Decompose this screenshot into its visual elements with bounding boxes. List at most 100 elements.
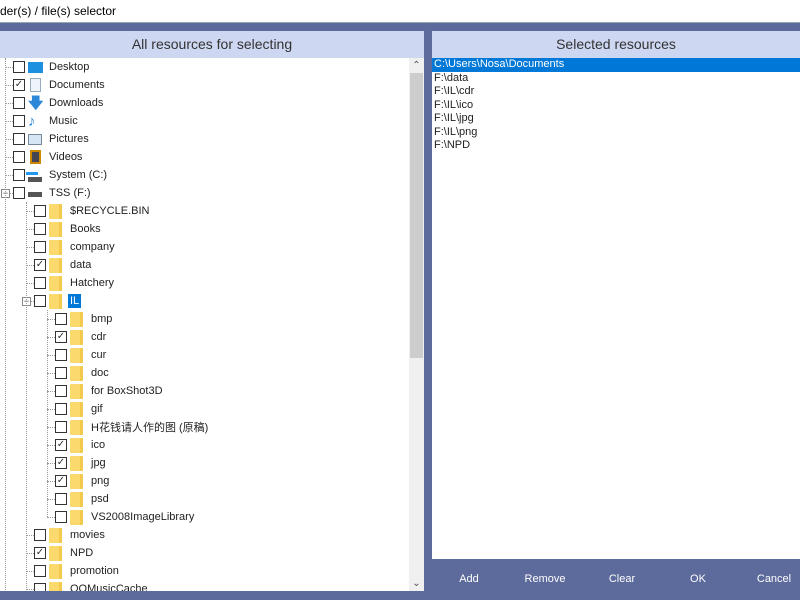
tree-item-checkbox[interactable]: [55, 367, 67, 379]
tree-item[interactable]: cur: [55, 346, 108, 364]
selected-resource-item[interactable]: F:\IL\cdr: [432, 85, 800, 99]
tree-item-checkbox[interactable]: [13, 187, 25, 199]
vertical-scrollbar[interactable]: ⌃ ⌄: [409, 58, 424, 591]
tree-item-checkbox[interactable]: [55, 511, 67, 523]
tree-item-checkbox[interactable]: [34, 583, 46, 591]
tree-connector: [5, 175, 13, 176]
remove-button[interactable]: Remove: [520, 571, 570, 587]
tree-item[interactable]: System (C:): [13, 166, 109, 184]
tree-item[interactable]: ✓ cdr: [55, 328, 108, 346]
tree-item[interactable]: Pictures: [13, 130, 91, 148]
ok-button[interactable]: OK: [684, 571, 712, 587]
tree-connector: [26, 229, 34, 230]
tree-item[interactable]: $RECYCLE.BIN: [34, 202, 151, 220]
tree-item[interactable]: ✓ jpg: [55, 454, 108, 472]
tree-item-checkbox[interactable]: [34, 205, 46, 217]
tree-item[interactable]: ✓ png: [55, 472, 111, 490]
pictures-icon: [28, 132, 43, 147]
tree-item[interactable]: QQMusicCache: [34, 580, 150, 591]
tree-item[interactable]: Books: [34, 220, 103, 238]
tree-item[interactable]: ✓ data: [34, 256, 93, 274]
tree-item-checkbox[interactable]: [34, 223, 46, 235]
tree-item-checkbox[interactable]: [55, 421, 67, 433]
tree-connector: [47, 463, 55, 464]
tree-item[interactable]: promotion: [34, 562, 121, 580]
tree-item-label: QQMusicCache: [70, 583, 148, 591]
system-drive-icon: [28, 168, 43, 183]
tree-item-checkbox[interactable]: [55, 349, 67, 361]
tree-item-checkbox[interactable]: [34, 295, 46, 307]
tree-item[interactable]: psd: [55, 490, 111, 508]
folder-icon: [70, 437, 85, 453]
tree-item-checkbox[interactable]: [13, 97, 25, 109]
tree-item-checkbox[interactable]: [55, 313, 67, 325]
cancel-button[interactable]: Cancel: [752, 571, 796, 587]
tree-item-checkbox[interactable]: [13, 115, 25, 127]
tree-item[interactable]: bmp: [55, 310, 114, 328]
tree-connector: [47, 373, 55, 374]
tree-item-checkbox[interactable]: [13, 133, 25, 145]
tree-item-label: IL: [68, 294, 82, 308]
tree-item-checkbox[interactable]: ✓: [55, 475, 67, 487]
folder-icon: [70, 311, 85, 327]
selected-resources-list[interactable]: C:\Users\Nosa\Documents F:\data F:\IL\cdr F…: [432, 58, 800, 153]
selected-resource-item[interactable]: F:\data: [432, 72, 800, 86]
tree-item[interactable]: IL: [34, 292, 82, 310]
selected-resource-item[interactable]: F:\IL\png: [432, 126, 800, 140]
tree-item-checkbox[interactable]: [34, 277, 46, 289]
tree-item-label: Downloads: [49, 97, 104, 109]
tree-item[interactable]: Hatchery: [34, 274, 116, 292]
folder-icon: [49, 257, 64, 273]
tree-item-label: cur: [91, 349, 107, 361]
tree-item-checkbox[interactable]: [13, 169, 25, 181]
tree-item-checkbox[interactable]: ✓: [34, 259, 46, 271]
tree-item[interactable]: ✓ ico: [55, 436, 107, 454]
tree-connector: [26, 202, 27, 591]
selected-resource-item[interactable]: C:\Users\Nosa\Documents: [432, 58, 800, 72]
tree-item-checkbox[interactable]: ✓: [34, 547, 46, 559]
tree-item[interactable]: Desktop: [13, 58, 91, 76]
tree-item-checkbox[interactable]: [34, 565, 46, 577]
selected-resource-item[interactable]: F:\NPD: [432, 139, 800, 153]
tree-item[interactable]: H花钱请人作的图 (原稿): [55, 418, 210, 436]
scrollbar-thumb[interactable]: [410, 73, 423, 358]
tree-item[interactable]: doc: [55, 364, 111, 382]
selected-resource-item[interactable]: F:\IL\ico: [432, 99, 800, 113]
tree-item-checkbox[interactable]: [34, 241, 46, 253]
tree-item[interactable]: Videos: [13, 148, 84, 166]
tree-connector: [47, 391, 55, 392]
tree-item-checkbox[interactable]: [55, 385, 67, 397]
tree-item-checkbox[interactable]: [13, 151, 25, 163]
tree-item[interactable]: ✓ Documents: [13, 76, 107, 94]
folder-icon: [70, 383, 85, 399]
tree-item[interactable]: for BoxShot3D: [55, 382, 165, 400]
tree-item-checkbox[interactable]: [13, 61, 25, 73]
tree-item[interactable]: TSS (F:): [13, 184, 93, 202]
tree-item-checkbox[interactable]: ✓: [55, 457, 67, 469]
tree-item-label: Pictures: [49, 133, 89, 145]
scroll-up-icon[interactable]: ⌃: [409, 58, 424, 73]
tree-item[interactable]: company: [34, 238, 117, 256]
tree-item-checkbox[interactable]: ✓: [55, 439, 67, 451]
tree-item[interactable]: ✓ NPD: [34, 544, 95, 562]
tree-connector: [5, 139, 13, 140]
tree-item-checkbox[interactable]: ✓: [55, 331, 67, 343]
tree-item-checkbox[interactable]: [55, 493, 67, 505]
selected-resource-item[interactable]: F:\IL\jpg: [432, 112, 800, 126]
tree-item-label: System (C:): [49, 169, 108, 181]
tree-item-checkbox[interactable]: [34, 529, 46, 541]
tree-item-checkbox[interactable]: [55, 403, 67, 415]
clear-button[interactable]: Clear: [604, 571, 640, 587]
add-button[interactable]: Add: [452, 571, 486, 587]
tree-item[interactable]: gif: [55, 400, 105, 418]
drive-icon: [28, 186, 43, 201]
tree-item[interactable]: VS2008ImageLibrary: [55, 508, 196, 526]
tree-item[interactable]: ♪ Music: [13, 112, 80, 130]
tree-item-label: Desktop: [49, 61, 90, 73]
tree-item-checkbox[interactable]: ✓: [13, 79, 25, 91]
tree-connector: [5, 103, 13, 104]
tree-item[interactable]: movies: [34, 526, 107, 544]
tree-item-label: ico: [91, 439, 106, 451]
scroll-down-icon[interactable]: ⌄: [409, 576, 424, 591]
tree-item[interactable]: 🡇 Downloads: [13, 94, 105, 112]
